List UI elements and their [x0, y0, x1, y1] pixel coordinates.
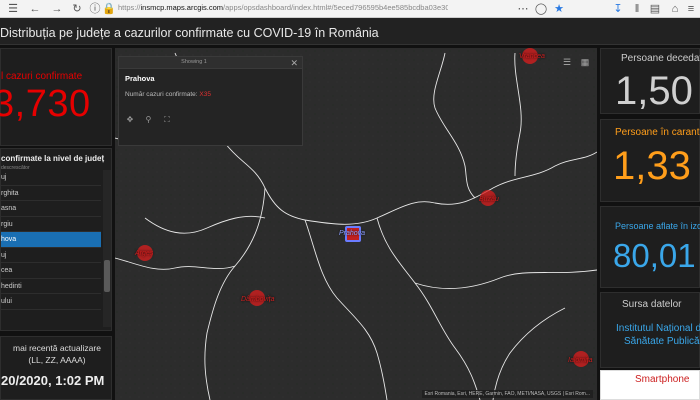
- popup-actions: ✥ ⚲ ⛶: [123, 109, 183, 124]
- home-icon[interactable]: ⌂: [668, 2, 682, 16]
- map-attribution: Esri Romania, Esri, HERE, Garmin, FAO, M…: [421, 390, 593, 398]
- city-label-arges: Argeș: [135, 250, 154, 257]
- county-list-item[interactable]: rghita: [1, 186, 101, 201]
- smartphone-panel[interactable]: Smartphone: [600, 370, 700, 400]
- close-icon[interactable]: ✕: [290, 57, 298, 69]
- back-icon[interactable]: ←: [28, 2, 42, 16]
- popup-field-value: X35: [199, 91, 211, 98]
- deaths-value: 1,50: [615, 69, 693, 113]
- quarantine-label: Persoane în carantină: [615, 127, 700, 138]
- url-host: insmcp.maps.arcgis.com: [140, 3, 224, 12]
- county-list-item[interactable]: hova: [1, 232, 101, 248]
- url-path: /apps/opsdashboard/index.html#/5eced7965…: [223, 3, 448, 12]
- expand-icon[interactable]: ⛶: [160, 115, 174, 125]
- city-label-vrancea: Vrancea: [519, 53, 545, 60]
- url-field[interactable]: https://insmcp.maps.arcgis.com/apps/opsd…: [118, 3, 448, 15]
- last-update-format: (LL, ZZ, AAAA): [28, 355, 86, 365]
- data-source-link-line-2[interactable]: Sănătate Publică: [624, 336, 700, 347]
- pan-icon[interactable]: ✥: [123, 115, 137, 124]
- quarantine-value: 1,33: [613, 144, 691, 188]
- popup-titlebar: Showing 1 ✕: [119, 57, 302, 69]
- reload-icon[interactable]: ↻: [70, 2, 84, 16]
- deaths-label: Persoane decedate: [621, 53, 700, 64]
- zoom-icon[interactable]: ⚲: [141, 115, 155, 124]
- county-list-item[interactable]: uj: [1, 170, 101, 186]
- download-icon[interactable]: ↧: [611, 2, 625, 16]
- dashboard-header: Distribuția pe județe a cazurilor confir…: [0, 18, 700, 45]
- lock-icon: 🔒: [102, 3, 116, 15]
- browser-toolbar: ☰ ← → ↻ ⓘ 🔒 https://insmcp.maps.arcgis.c…: [0, 0, 700, 18]
- county-list-title: confirmate la nivel de județ: [1, 154, 105, 163]
- sync-icon[interactable]: ◯: [534, 2, 548, 16]
- city-label-ialomita: Ialomița: [568, 357, 593, 364]
- county-list-panel: confirmate la nivel de județ descrescăto…: [0, 148, 112, 331]
- city-label-dambovita: Dâmbovița: [241, 296, 275, 303]
- data-source-link[interactable]: Institutul Național de: [616, 323, 700, 334]
- isolation-panel: Persoane aflate în izolare 80,01: [600, 206, 700, 288]
- popup-field: Număr cazuri confirmate: X35: [125, 91, 211, 98]
- last-update-value: 20/2020, 1:02 PM: [1, 373, 105, 388]
- confirmed-cases-panel: l cazuri confirmate 3,730: [0, 48, 112, 146]
- isolation-value: 80,01: [613, 237, 696, 274]
- county-list-scroll-thumb[interactable]: [104, 260, 110, 292]
- forward-icon[interactable]: →: [50, 2, 64, 16]
- county-list-scrollbar[interactable]: [103, 170, 111, 327]
- county-list-item[interactable]: asna: [1, 201, 101, 217]
- menu-dots-icon[interactable]: ⋯: [516, 2, 530, 16]
- county-list-item[interactable]: ului: [1, 294, 101, 310]
- county-list-item[interactable]: cea: [1, 263, 101, 279]
- bookmark-star-icon[interactable]: ★: [552, 2, 566, 16]
- popup-header: Showing 1: [181, 59, 207, 65]
- popup-field-label: Număr cazuri confirmate:: [125, 91, 198, 98]
- county-list-item[interactable]: hedinti: [1, 279, 101, 294]
- sidebar-icon[interactable]: ▤: [648, 2, 662, 16]
- menu-icon[interactable]: ☰: [6, 2, 20, 16]
- page-title: Distribuția pe județe a cazurilor confir…: [0, 26, 379, 40]
- quarantine-panel: Persoane în carantină 1,33: [600, 119, 700, 202]
- city-label-buzau: Buzău: [479, 196, 499, 203]
- list-view-icon[interactable]: ☰: [561, 56, 573, 68]
- page-info-icon[interactable]: ⓘ: [88, 2, 102, 16]
- county-list-item[interactable]: uj: [1, 248, 101, 263]
- county-list-item[interactable]: rgiu: [1, 217, 101, 232]
- smartphone-label[interactable]: Smartphone: [635, 374, 689, 385]
- last-update-panel: mai recentă actualizare (LL, ZZ, AAAA) 2…: [0, 336, 112, 400]
- deaths-panel: Persoane decedate 1,50: [600, 48, 700, 114]
- confirmed-cases-label: l cazuri confirmate: [1, 71, 83, 82]
- library-icon[interactable]: ‖: [630, 2, 644, 16]
- grid-view-icon[interactable]: ▦: [579, 56, 591, 68]
- last-update-label: mai recentă actualizare: [13, 343, 101, 353]
- app-menu-icon[interactable]: ≡: [684, 2, 698, 16]
- url-scheme: https://: [118, 3, 141, 12]
- county-list: uj rghita asna rgiu hova uj cea hedinti ului: [1, 170, 101, 327]
- data-source-panel: Sursa datelor Institutul Național de Săn…: [600, 292, 700, 368]
- isolation-label: Persoane aflate în izolare: [615, 221, 700, 231]
- confirmed-cases-value: 3,730: [0, 83, 91, 125]
- city-label-prahova: Prahova: [339, 230, 366, 237]
- data-source-label: Sursa datelor: [622, 299, 682, 310]
- map-view[interactable]: Showing 1 ✕ Prahova Număr cazuri confirm…: [115, 48, 597, 400]
- map-popup: Showing 1 ✕ Prahova Număr cazuri confirm…: [118, 56, 303, 146]
- popup-title: Prahova: [125, 74, 155, 83]
